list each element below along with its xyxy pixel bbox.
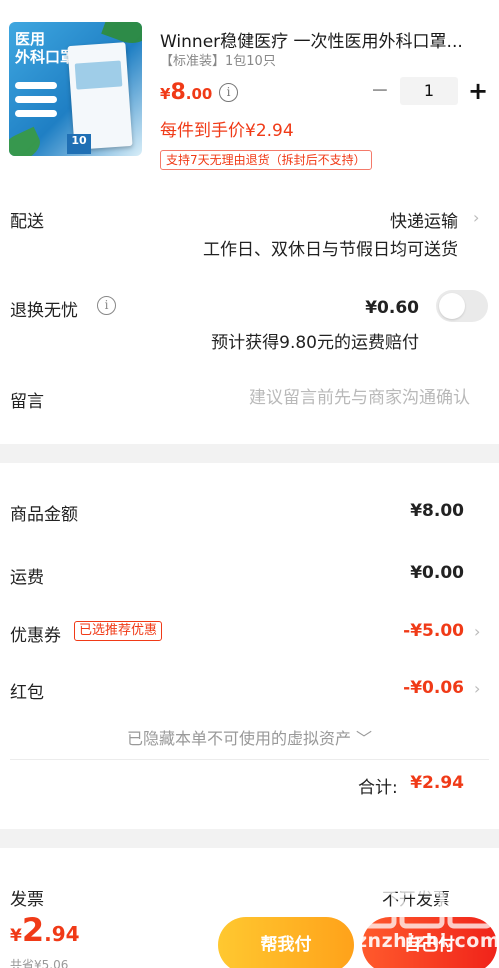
- toggle-knob: [439, 293, 465, 319]
- hidden-assets-toggle[interactable]: 已隐藏本单不可使用的虚拟资产 ﹀: [0, 725, 499, 749]
- coupon-recommended-badge: 已选推荐优惠: [74, 621, 163, 641]
- message-input[interactable]: [150, 386, 470, 410]
- divider: [10, 759, 489, 760]
- shipping-method[interactable]: 快递运输: [390, 207, 458, 232]
- product-image-line: [15, 110, 57, 117]
- total-value: ¥2.94: [410, 773, 464, 793]
- goods-amount-value: ¥8.00: [410, 501, 464, 521]
- per-unit-price: 每件到手价¥2.94: [160, 121, 294, 141]
- checkout-savings: 共省¥5.06: [10, 958, 69, 968]
- quantity-decrease-button[interactable]: −: [370, 78, 390, 104]
- product-image[interactable]: 医用 外科口罩 10: [9, 22, 142, 156]
- product-image-line: [15, 82, 57, 89]
- checkout-total-price: ¥2.94: [10, 911, 80, 949]
- chevron-right-icon[interactable]: ›: [473, 208, 479, 227]
- return-insurance-toggle[interactable]: [436, 290, 488, 322]
- order-card: 医用 外科口罩 10 Winner稳健医疗 一次性医用外科口罩... 【标准装】…: [0, 0, 499, 444]
- coupon-value[interactable]: -¥5.00: [403, 621, 464, 641]
- price-info-icon[interactable]: i: [219, 83, 238, 102]
- product-image-line: [15, 96, 57, 103]
- goods-amount-label: 商品金额: [10, 505, 78, 525]
- quantity-input[interactable]: 1: [400, 77, 458, 105]
- freight-value: ¥0.00: [410, 563, 464, 583]
- return-insurance-label: 退换无忧: [10, 301, 78, 321]
- watermark-text: znzhizhi.com: [356, 930, 499, 952]
- return-insurance-note: 预计获得9.80元的运费赔付: [211, 333, 419, 353]
- refund-policy-badge: 支持7天无理由退货（拆封后不支持）: [160, 150, 372, 170]
- chevron-right-icon[interactable]: ›: [474, 679, 480, 698]
- message-label: 留言: [10, 392, 44, 412]
- leaf-decoration: [9, 126, 45, 156]
- product-count-badge: 10: [67, 134, 91, 154]
- product-spec: 【标准装】1包10只: [160, 54, 276, 69]
- product-image-title: 医用 外科口罩: [15, 30, 76, 66]
- shipping-note: 工作日、双休日与节假日均可送货: [203, 240, 458, 260]
- return-info-icon[interactable]: i: [97, 296, 116, 315]
- coupon-label: 优惠券: [10, 626, 61, 646]
- invoice-label: 发票: [10, 890, 44, 910]
- help-me-pay-button[interactable]: 帮我付: [218, 917, 354, 968]
- freight-label: 运费: [10, 568, 44, 588]
- red-packet-value[interactable]: -¥0.06: [403, 678, 464, 698]
- product-price: ¥8.00: [160, 80, 213, 105]
- shipping-label: 配送: [10, 212, 44, 232]
- red-packet-label: 红包: [10, 683, 44, 703]
- order-confirm-page: 医用 外科口罩 10 Winner稳健医疗 一次性医用外科口罩... 【标准装】…: [0, 0, 499, 968]
- quantity-increase-button[interactable]: +: [467, 77, 489, 105]
- invoice-value[interactable]: 不开发票: [382, 885, 450, 910]
- return-insurance-price: ¥0.60: [365, 298, 419, 318]
- product-title[interactable]: Winner稳健医疗 一次性医用外科口罩...: [160, 27, 492, 52]
- total-label: 合计:: [358, 778, 398, 798]
- chevron-right-icon[interactable]: ›: [474, 622, 480, 641]
